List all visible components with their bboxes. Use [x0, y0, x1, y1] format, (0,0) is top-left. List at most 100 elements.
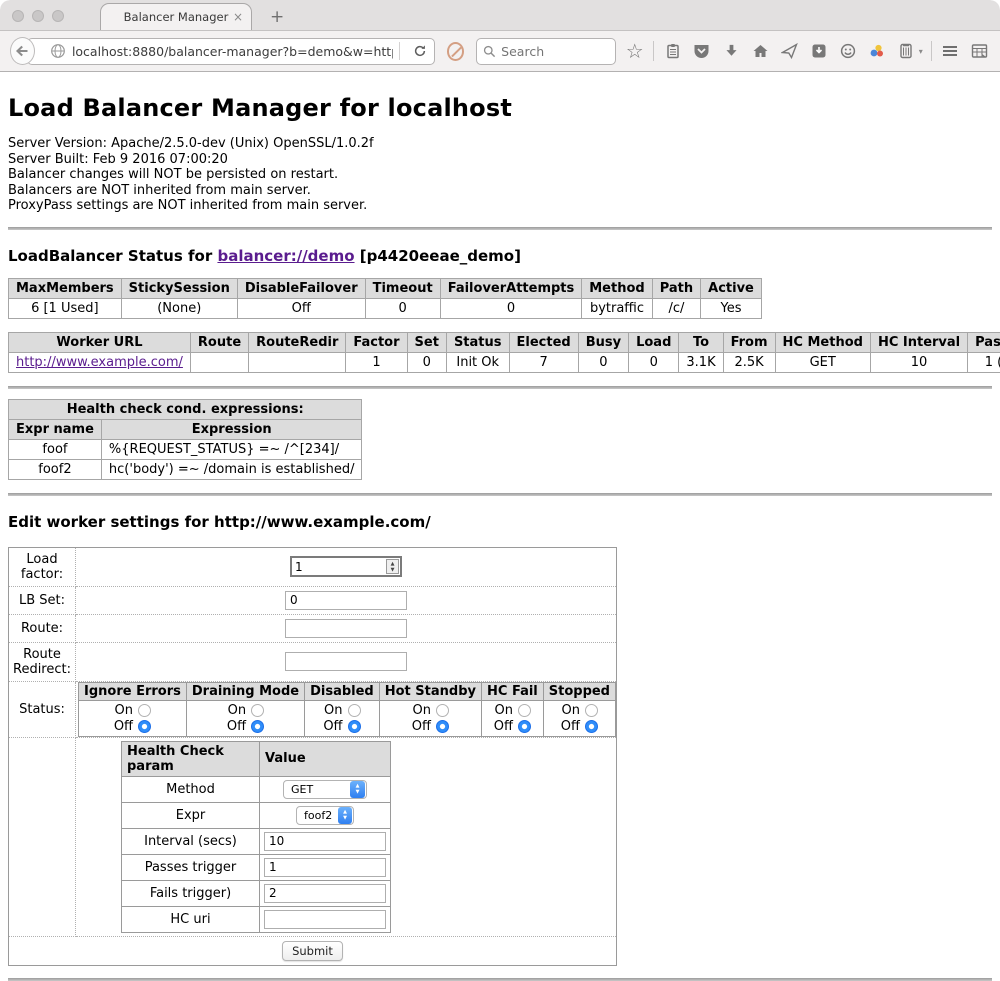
pocket-icon[interactable]	[691, 38, 712, 64]
route-redirect-input[interactable]	[285, 652, 407, 671]
window-controls	[12, 10, 64, 22]
hot-standby-off-radio[interactable]	[436, 720, 449, 733]
cell-passes: 1 (0)	[968, 352, 1000, 372]
cell-disablefailover: Off	[237, 298, 365, 318]
balancer-demo-link[interactable]: balancer://demo	[217, 247, 354, 265]
new-tab-button[interactable]: +	[270, 9, 284, 26]
tab-balancer-manager[interactable]: Balancer Manager ×	[100, 3, 252, 30]
tab-title: Balancer Manager	[124, 10, 229, 24]
hc-fail-on-radio[interactable]	[518, 704, 531, 717]
method-select[interactable]: GET ▲▼	[283, 780, 367, 799]
route-redirect-cell	[76, 642, 617, 681]
col-timeout: Timeout	[365, 278, 440, 298]
ignore-errors-off-radio[interactable]	[138, 720, 151, 733]
clipboard-icon[interactable]	[662, 38, 683, 64]
tab-close-icon[interactable]: ×	[233, 10, 243, 24]
col-from: From	[723, 332, 775, 352]
edit-worker-heading: Edit worker settings for http://www.exam…	[8, 513, 992, 531]
load-factor-input[interactable]	[292, 558, 385, 575]
lb-set-cell	[76, 586, 617, 614]
hc-row-fails: Fails trigger)	[122, 880, 391, 906]
reload-button[interactable]	[406, 44, 434, 58]
on-label: On	[323, 703, 342, 718]
route-redirect-label: Route Redirect:	[9, 642, 76, 681]
content-block-icon[interactable]	[447, 42, 464, 61]
reload-icon	[413, 44, 427, 58]
route-input[interactable]	[285, 619, 407, 638]
disabled-on-radio[interactable]	[348, 704, 361, 717]
url-bar	[27, 38, 435, 65]
health-check-table: Health Check param Value Method GET ▲▼	[121, 741, 391, 933]
disabled-off-radio[interactable]	[348, 720, 361, 733]
fails-label: Fails trigger)	[122, 880, 260, 906]
hc-uri-input[interactable]	[264, 910, 386, 929]
search-input[interactable]	[501, 44, 596, 59]
url-input[interactable]	[72, 44, 393, 59]
interval-input[interactable]	[264, 832, 386, 851]
draining-mode-radios: On Off	[186, 700, 304, 736]
back-button[interactable]	[10, 37, 35, 65]
cell-load: 0	[629, 352, 679, 372]
table-header-row: Worker URL Route RouteRedir Factor Set S…	[9, 332, 1000, 352]
container-icon[interactable]	[896, 38, 917, 64]
passes-input[interactable]	[264, 858, 386, 877]
stopped-on-radio[interactable]	[585, 704, 598, 717]
forum-smiley-icon[interactable]	[837, 38, 858, 64]
stopped-off-radio[interactable]	[585, 720, 598, 733]
load-factor-label: Load factor:	[9, 547, 76, 586]
col-hc-interval: HC Interval	[870, 332, 967, 352]
proxypass-note-line: ProxyPass settings are NOT inherited fro…	[8, 198, 992, 214]
cell-expression: %{REQUEST_STATUS} =~ /^[234]/	[101, 439, 362, 459]
search-icon[interactable]	[483, 45, 496, 58]
submit-button[interactable]: Submit	[282, 941, 343, 961]
col-disabled: Disabled	[305, 682, 380, 700]
ignore-errors-on-radio[interactable]	[138, 704, 151, 717]
search-bar	[476, 38, 616, 65]
cell-elected: 7	[509, 352, 578, 372]
interval-label: Interval (secs)	[122, 828, 260, 854]
browser-window: Balancer Manager × + ☆	[0, 0, 1000, 72]
col-expression: Expression	[101, 419, 362, 439]
draining-mode-off-radio[interactable]	[251, 720, 264, 733]
save-square-icon[interactable]	[808, 38, 829, 64]
download-icon[interactable]	[721, 38, 742, 64]
lb-set-label: LB Set:	[9, 586, 76, 614]
draining-mode-on-radio[interactable]	[251, 704, 264, 717]
col-hc-method: HC Method	[775, 332, 870, 352]
menu-hamburger-icon[interactable]	[940, 38, 961, 64]
window-zoom-button[interactable]	[52, 10, 64, 22]
send-icon[interactable]	[779, 38, 800, 64]
route-cell	[76, 614, 617, 642]
fails-input[interactable]	[264, 884, 386, 903]
cell-active: Yes	[701, 298, 762, 318]
status-radio-row: On Off On Off On	[79, 700, 616, 736]
expr-select[interactable]: foof2 ▲▼	[296, 806, 354, 825]
off-label: Off	[227, 719, 246, 734]
window-close-button[interactable]	[12, 10, 24, 22]
form-row-lb-set: LB Set:	[9, 586, 617, 614]
globe-icon[interactable]	[50, 43, 66, 59]
col-worker-url: Worker URL	[9, 332, 191, 352]
bookmark-star-icon[interactable]: ☆	[624, 38, 645, 64]
toolbar-divider	[653, 41, 654, 61]
window-minimize-button[interactable]	[32, 10, 44, 22]
home-icon[interactable]	[750, 38, 771, 64]
container-caret-icon[interactable]: ▾	[919, 47, 923, 56]
notes-grid-icon[interactable]	[969, 38, 990, 64]
colored-dots-icon[interactable]	[866, 38, 887, 64]
number-spinner-icon[interactable]: ▲▼	[386, 559, 399, 574]
worker-url-link[interactable]: http://www.example.com/	[16, 355, 183, 370]
off-label: Off	[114, 719, 133, 734]
route-label: Route:	[9, 614, 76, 642]
cell-expr-name: foof	[9, 439, 102, 459]
col-expr-name: Expr name	[9, 419, 102, 439]
col-failoverattempts: FailoverAttempts	[440, 278, 582, 298]
expr-label: Expr	[122, 802, 260, 828]
hot-standby-on-radio[interactable]	[436, 704, 449, 717]
divider	[8, 227, 992, 230]
inherit-note-line: Balancers are NOT inherited from main se…	[8, 183, 992, 199]
lb-set-input[interactable]	[285, 591, 407, 610]
server-version-line: Server Version: Apache/2.5.0-dev (Unix) …	[8, 136, 992, 152]
hc-fail-off-radio[interactable]	[518, 720, 531, 733]
cell-failoverattempts: 0	[440, 298, 582, 318]
